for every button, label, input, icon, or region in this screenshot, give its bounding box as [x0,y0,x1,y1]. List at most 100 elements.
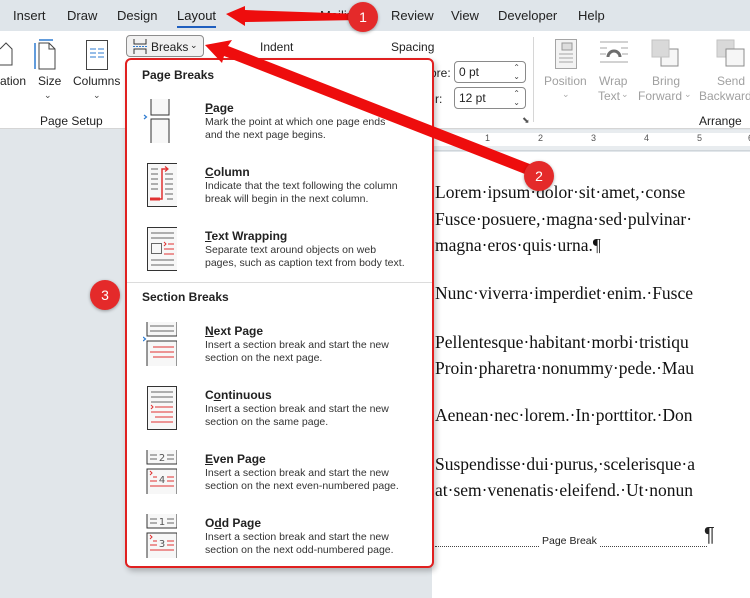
position-chevron-icon: ⌄ [562,89,570,99]
tab-view[interactable]: View [451,8,479,23]
tab-layout[interactable]: Layout [177,8,217,28]
menu-item-description: Insert a section break and start the new… [205,531,394,556]
continuous-section-break-icon [147,386,177,430]
wrap-text-icon [600,41,628,63]
page-breaks-heading: Page Breaks [142,68,215,82]
send-backward-label-2: Backward [699,89,750,103]
ruler-tick: 3 [591,133,597,143]
group-separator [533,37,534,122]
columns-label: Columns [73,74,121,88]
doc-line: Proin·pharetra·nonummy·pede.·Mau [435,358,695,378]
page-break-marker: Page Break [435,533,707,547]
send-backward-icon [716,39,745,67]
breaks-button[interactable]: Breaks ⌄ [126,35,204,57]
menu-item-title: Page [205,101,234,115]
menu-item-page-break[interactable]: Page Mark the point at which one page en… [135,99,425,157]
send-backward-label-1: Send [717,74,746,88]
wrap-text-label-2: Text [598,89,621,103]
even-page-section-break-icon: 2 4 [146,450,177,494]
page-break-icon [143,99,170,143]
spacing-label: Spacing [391,40,435,54]
menu-item-even-page-section-break[interactable]: 2 4 Even Page Insert a section break and… [135,450,425,508]
doc-line: Fusce·posuere,·magna·sed·pulvinar· [435,209,693,229]
menu-item-title: Text Wrapping [205,229,288,243]
section-breaks-heading: Section Breaks [142,290,229,304]
tab-help[interactable]: Help [578,8,605,23]
menu-item-title: Column [205,165,250,179]
next-page-section-break-icon [143,322,177,366]
column-break-icon [147,163,177,207]
tab-design[interactable]: Design [117,8,157,23]
spacing-before-value: 0 pt [459,65,480,79]
columns-chevron-icon: ⌄ [93,90,101,100]
ruler-tick: 4 [644,133,650,143]
spacing-after-input[interactable]: 12 pt ⌃ ⌄ [454,87,526,109]
menu-item-text-wrapping-break[interactable]: Text Wrapping Separate text around objec… [135,227,425,285]
page-break-label: Page Break [540,535,599,547]
position-icon [555,39,577,69]
menu-item-next-page-section-break[interactable]: Next Page Insert a section break and sta… [135,322,425,380]
spin-arrows-icon[interactable]: ⌃ ⌄ [513,89,520,107]
tab-review[interactable]: Review [391,8,434,23]
size-label: Size [38,74,62,88]
document-page[interactable]: Lorem·ipsum·dolor·sit·amet,·conse Fusce·… [432,152,750,598]
menu-item-continuous-section-break[interactable]: Continuous Insert a section break and st… [135,386,425,444]
page-setup-group-label: Page Setup [40,114,103,128]
orientation-label: ation [0,74,27,88]
bring-forward-label-1: Bring [652,74,681,88]
tab-insert[interactable]: Insert [13,8,46,23]
menu-item-title: Even Page [205,452,266,466]
orientation-icon [0,42,13,66]
doc-line: at·sem·venenatis·eleifend.·Ut·nonun [435,480,694,500]
menu-item-odd-page-section-break[interactable]: 1 3 Odd Page Insert a section break and … [135,514,425,572]
menu-item-description: Insert a section break and start the new… [205,339,389,364]
annotation-badge-1: 1 [348,2,378,32]
menu-item-description: Separate text around objects on web pages… [205,244,405,269]
bring-forward-icon [651,39,679,67]
tab-draw[interactable]: Draw [67,8,97,23]
menu-item-description: Indicate that the text following the col… [205,180,398,205]
wrap-text-label-1: Wrap [599,74,628,88]
bring-forward-label-2: Forward [638,89,683,103]
doc-line: Nunc·viverra·imperdiet·enim.·Fusce [435,283,694,303]
doc-line: Aenean·nec·lorem.·In·porttitor.·Don [435,405,693,425]
spacing-before-input[interactable]: 0 pt ⌃ ⌄ [454,61,526,83]
spin-arrows-icon[interactable]: ⌃ ⌄ [513,63,520,81]
wrap-text-chevron-icon: ⌄ [621,89,629,99]
pilcrow-mark: ¶ [704,524,715,546]
position-label: Position [544,74,587,88]
annotation-badge-2: 2 [524,161,554,191]
menu-item-title: Odd Page [205,516,262,530]
svg-text:3: 3 [159,539,165,550]
paragraph-dialog-launcher-icon[interactable]: ⬊ [522,115,530,126]
size-icon [34,39,56,70]
doc-line: magna·eros·quis·urna.¶ [435,235,601,255]
doc-line: Suspendisse·dui·purus,·scelerisque·a [435,454,696,474]
menu-item-title: Continuous [205,388,272,402]
indent-label: Indent [260,40,294,54]
breaks-dropdown-menu: Page Breaks Page Mark the point at which… [125,58,434,568]
breaks-icon [133,39,147,54]
menu-item-description: Mark the point at which one page ends and… [205,116,386,141]
ruler-tick: 2 [538,133,544,143]
size-chevron-icon: ⌄ [44,90,52,100]
horizontal-ruler[interactable]: 1 2 3 4 5 6 [432,130,750,151]
bring-forward-chevron-icon: ⌄ [684,89,692,99]
menu-item-column-break[interactable]: Column Indicate that the text following … [135,163,425,221]
ruler-tick: 5 [697,133,703,143]
menu-item-title: Next Page [205,324,264,338]
text-wrapping-break-icon [147,227,177,271]
svg-text:1: 1 [159,517,165,528]
annotation-badge-3: 3 [90,280,120,310]
breaks-chevron-icon: ⌄ [190,40,198,50]
menu-item-description: Insert a section break and start the new… [205,467,399,492]
doc-line: Lorem·ipsum·dolor·sit·amet,·conse [435,182,686,202]
svg-text:4: 4 [159,475,165,486]
menu-divider [127,282,432,283]
ruler-tick: 1 [485,133,491,143]
doc-line: Pellentesque·habitant·morbi·tristiqu [435,332,689,352]
columns-icon [86,40,108,70]
spacing-after-value: 12 pt [459,91,486,105]
tab-developer[interactable]: Developer [498,8,557,23]
odd-page-section-break-icon: 1 3 [146,514,177,558]
